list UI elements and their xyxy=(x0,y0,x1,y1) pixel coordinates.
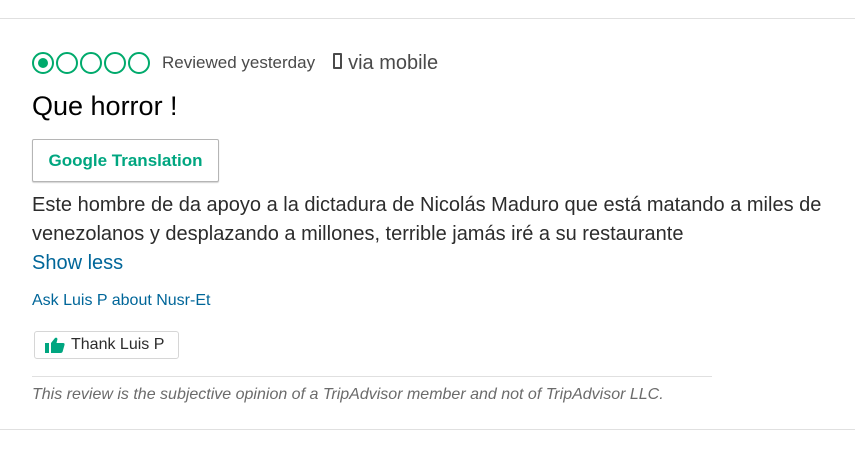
rating-bubble-empty xyxy=(128,52,150,74)
review-title[interactable]: Que horror ! xyxy=(32,91,178,122)
bottom-divider xyxy=(0,429,855,430)
rating-bubble-empty xyxy=(104,52,126,74)
review-meta: Reviewed yesterday via mobile xyxy=(32,48,438,78)
thank-button-label: Thank Luis P xyxy=(71,336,165,353)
rating-bubble-filled xyxy=(32,52,54,74)
rating-bubble-empty xyxy=(56,52,78,74)
thank-reviewer-button[interactable]: Thank Luis P xyxy=(34,331,180,359)
rating-bubble-empty xyxy=(80,52,102,74)
show-less-link[interactable]: Show less xyxy=(32,249,123,278)
mobile-phone-icon xyxy=(333,53,343,69)
review-card: Reviewed yesterday via mobile Que horror… xyxy=(32,0,832,456)
ask-reviewer-link[interactable]: Ask Luis P about Nusr-Et xyxy=(32,292,210,310)
review-body: Este hombre de da apoyo a la dictadura d… xyxy=(32,194,822,245)
bubble-rating xyxy=(32,52,150,74)
google-translation-button[interactable]: Google Translation xyxy=(32,139,219,182)
review-source: via mobile xyxy=(348,51,439,74)
disclaimer-divider xyxy=(32,376,712,377)
thumbs-up-icon xyxy=(45,337,65,353)
review-date: Reviewed yesterday xyxy=(162,53,316,72)
review-disclaimer: This review is the subjective opinion of… xyxy=(32,386,664,403)
